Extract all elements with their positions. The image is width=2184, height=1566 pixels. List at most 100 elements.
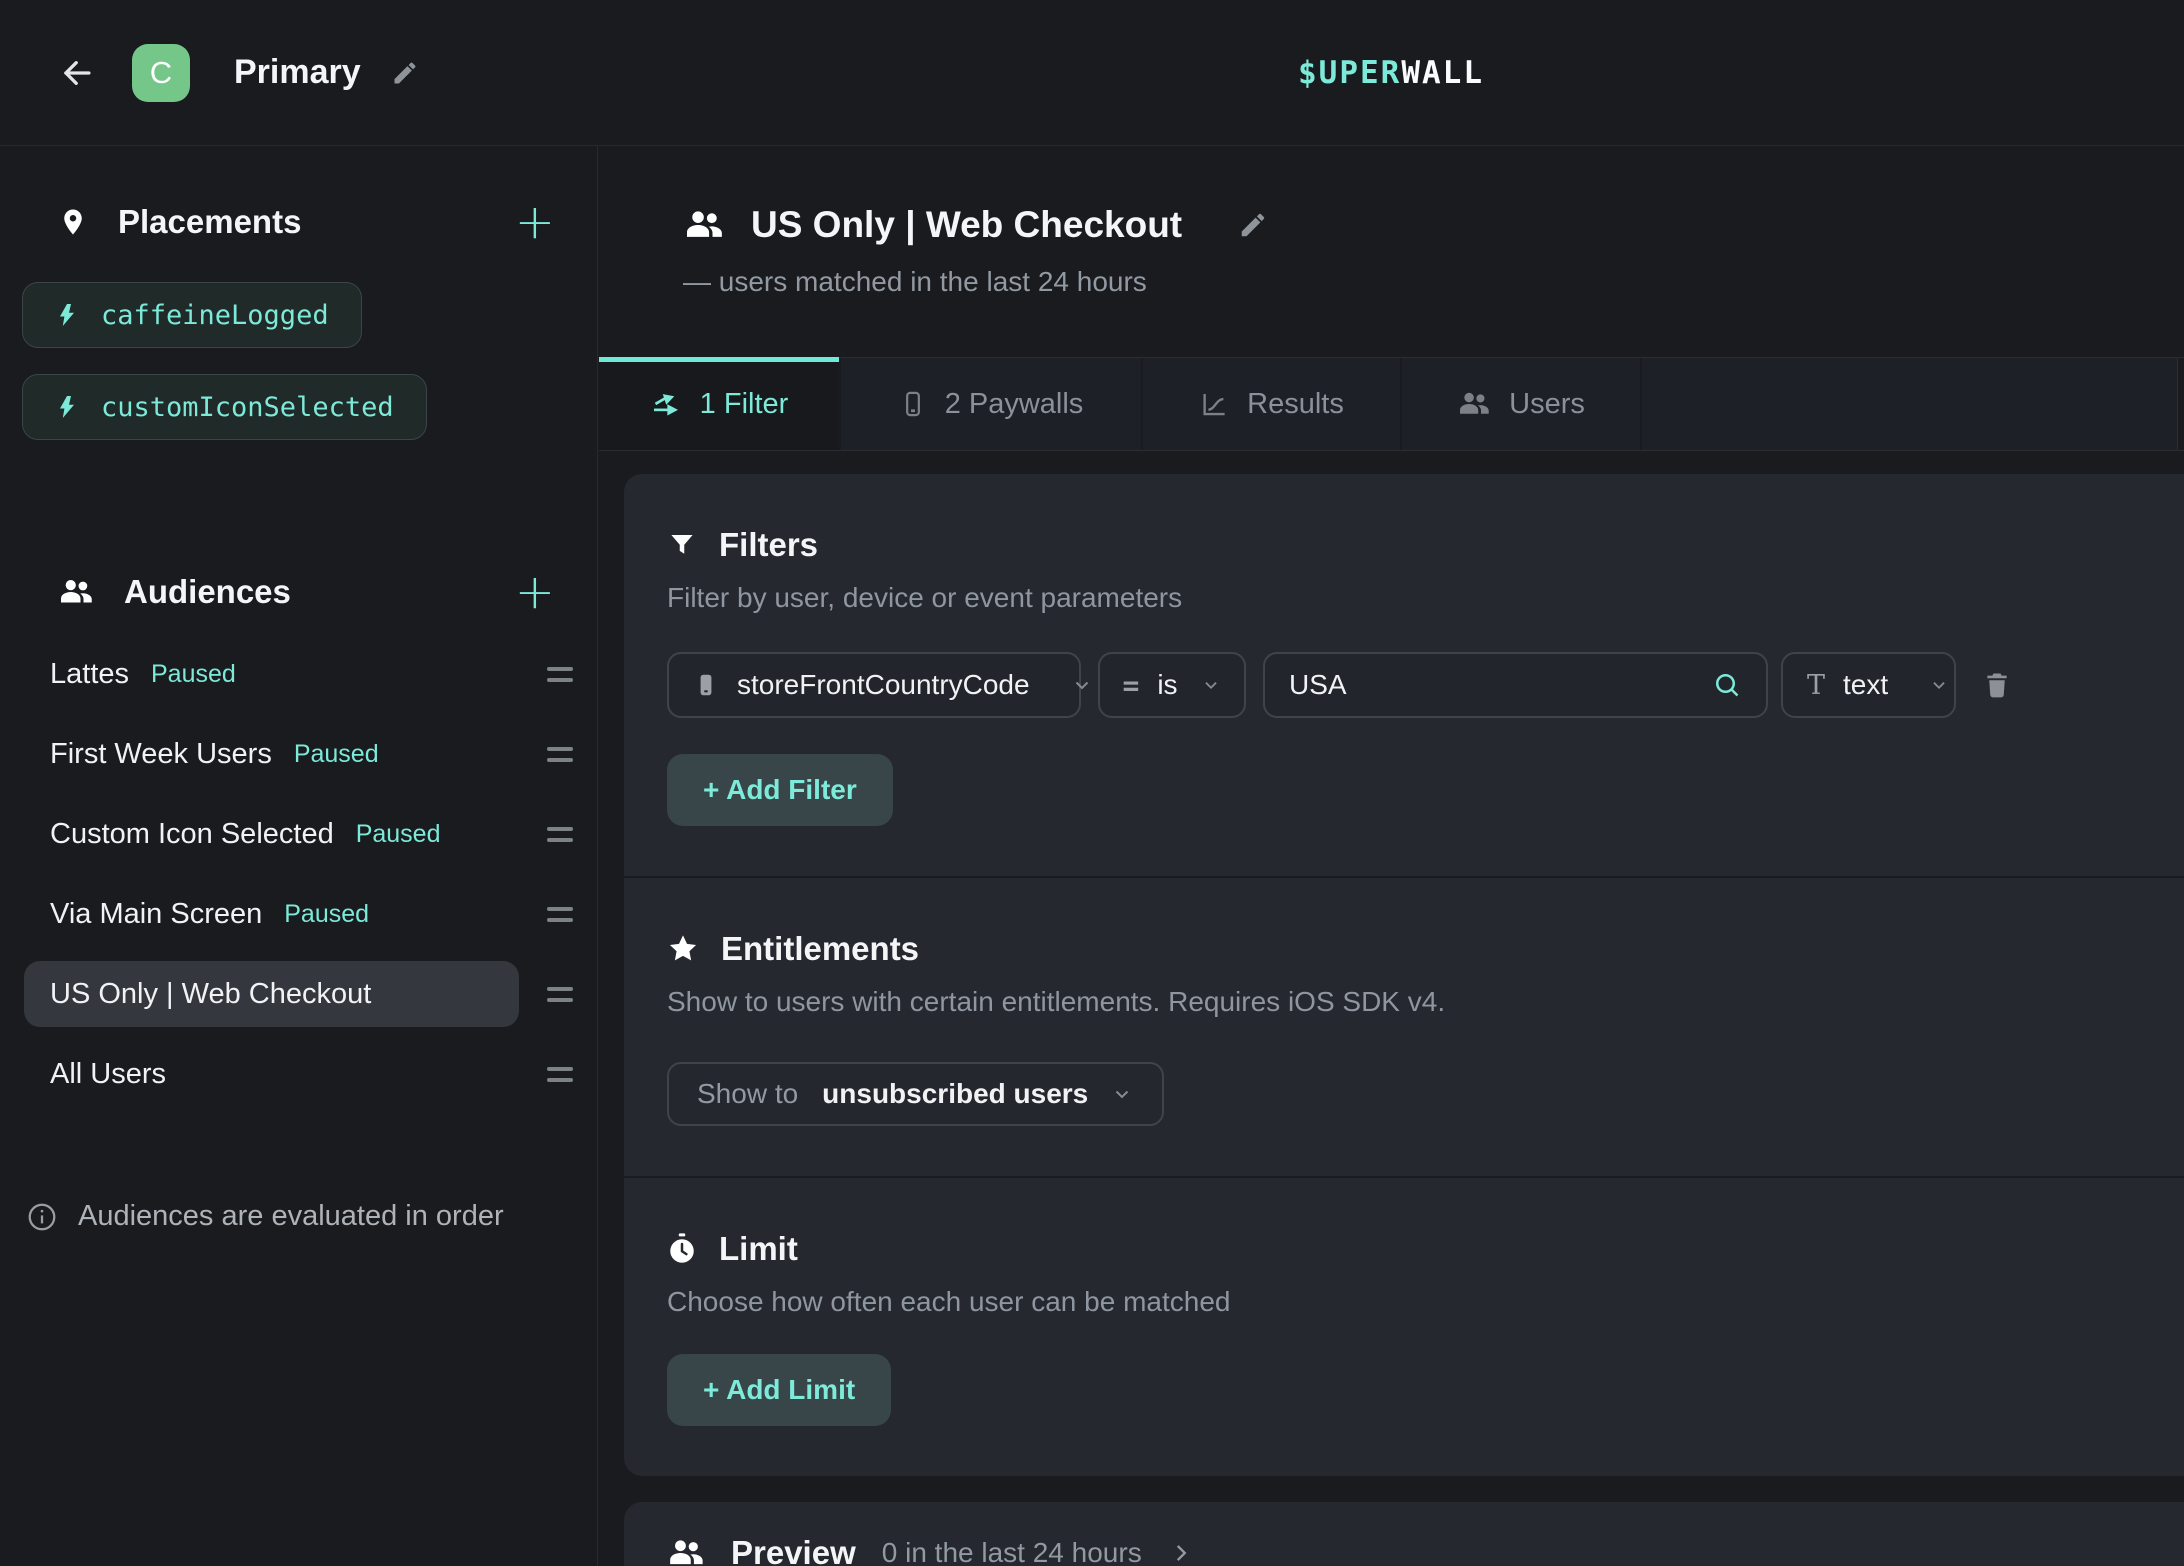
filters-section: Filters Filter by user, device or event … (624, 474, 2184, 876)
footnote-text: Audiences are evaluated in order (78, 1200, 504, 1233)
audiences-title: Audiences (124, 573, 291, 611)
paused-badge: Paused (356, 820, 441, 849)
entitlements-section: Entitlements Show to users with certain … (624, 876, 2184, 1176)
parameter-dropdown[interactable]: storeFrontCountryCode (667, 652, 1081, 718)
drag-handle-icon[interactable] (547, 667, 573, 682)
audience-item[interactable]: Lattes Paused (24, 641, 519, 707)
drag-handle-icon[interactable] (547, 827, 573, 842)
audience-label: All Users (50, 1058, 166, 1091)
drag-handle-icon[interactable] (547, 907, 573, 922)
parameter-value: storeFrontCountryCode (737, 669, 1030, 701)
placement-list: caffeineLogged customIconSelected (22, 282, 597, 440)
drag-handle-icon[interactable] (547, 747, 573, 762)
audience-item[interactable]: All Users (24, 1041, 519, 1107)
show-to-value: unsubscribed users (822, 1078, 1088, 1110)
chevron-right-icon (1168, 1540, 1194, 1566)
star-icon (667, 933, 699, 965)
content-area: Filters Filter by user, device or event … (624, 474, 2184, 1566)
back-arrow-icon[interactable] (58, 54, 96, 92)
top-bar: C Primary $UPERWALL (0, 0, 2184, 146)
tab-label: Users (1509, 388, 1585, 421)
type-value: text (1843, 669, 1888, 701)
audiences-header: Audiences + (0, 572, 597, 612)
limit-title: Limit (719, 1230, 798, 1268)
operator-value: is (1157, 669, 1177, 701)
tab-label: 1 Filter (700, 388, 789, 421)
audience-label: Via Main Screen (50, 898, 262, 931)
equals-icon: = (1122, 669, 1139, 702)
audience-item[interactable]: US Only | Web Checkout (24, 961, 519, 1027)
placement-name: customIconSelected (101, 392, 394, 423)
logo-teal-part: $UPER (1298, 55, 1401, 91)
preview-card[interactable]: Preview 0 in the last 24 hours (624, 1502, 2184, 1566)
tab-paywalls[interactable]: 2 Paywalls (841, 358, 1143, 450)
placement-chip[interactable]: customIconSelected (22, 374, 427, 440)
audience-item[interactable]: Custom Icon Selected Paused (24, 801, 519, 867)
people-icon (683, 208, 725, 242)
placement-name: caffeineLogged (101, 300, 329, 331)
map-pin-icon (58, 205, 88, 239)
paused-badge: Paused (284, 900, 369, 929)
audience-label: US Only | Web Checkout (50, 978, 371, 1011)
audience-list: Lattes Paused First Week Users Paused Cu… (0, 634, 597, 1114)
info-icon (26, 1201, 58, 1233)
add-audience-button[interactable]: + (515, 572, 555, 612)
smartphone-icon (693, 671, 719, 699)
audience-label: Lattes (50, 658, 129, 691)
main-header: US Only | Web Checkout — users matched i… (599, 146, 2184, 298)
app-window: C Primary $UPERWALL Placements + caffein… (0, 0, 2184, 1566)
tab-bar: 1 Filter 2 Paywalls Results Users (599, 357, 2184, 451)
chevron-down-icon (1200, 674, 1222, 696)
audiences-footnote: Audiences are evaluated in order (26, 1200, 504, 1233)
tab-filter[interactable]: 1 Filter (599, 358, 841, 450)
add-limit-button[interactable]: + Add Limit (667, 1354, 891, 1426)
trash-icon[interactable] (1982, 669, 2012, 701)
add-filter-button[interactable]: + Add Filter (667, 754, 893, 826)
show-to-label: Show to (697, 1078, 798, 1110)
stopwatch-icon (667, 1232, 697, 1266)
operator-dropdown[interactable]: = is (1098, 652, 1246, 718)
entitlements-title: Entitlements (721, 930, 919, 968)
drag-handle-icon[interactable] (547, 1067, 573, 1082)
filters-subtitle: Filter by user, device or event paramete… (667, 582, 2164, 614)
add-placement-button[interactable]: + (515, 202, 555, 242)
type-dropdown[interactable]: T text (1781, 652, 1956, 718)
chart-icon (1199, 389, 1229, 419)
edit-pencil-icon[interactable] (391, 59, 419, 87)
preview-title: Preview (731, 1534, 856, 1566)
chevron-down-icon (1070, 673, 1094, 697)
avatar[interactable]: C (132, 44, 190, 102)
page-title: Primary (234, 53, 361, 92)
people-icon (58, 577, 94, 607)
audience-label: Custom Icon Selected (50, 818, 334, 851)
placement-chip[interactable]: caffeineLogged (22, 282, 362, 348)
tab-results[interactable]: Results (1143, 358, 1402, 450)
people-icon (667, 1537, 705, 1566)
chevron-down-icon (1110, 1082, 1134, 1106)
audience-item[interactable]: Via Main Screen Paused (24, 881, 519, 947)
lightning-bolt-icon (55, 393, 79, 421)
audience-row-selected: US Only | Web Checkout (0, 954, 597, 1034)
limit-section: Limit Choose how often each user can be … (624, 1176, 2184, 1476)
preview-count: 0 in the last 24 hours (882, 1537, 1142, 1566)
show-to-dropdown[interactable]: Show to unsubscribed users (667, 1062, 1164, 1126)
value-input-wrap (1263, 652, 1768, 718)
audience-item[interactable]: First Week Users Paused (24, 721, 519, 787)
matched-users-subtitle: — users matched in the last 24 hours (683, 266, 2184, 298)
audience-row: Custom Icon Selected Paused (0, 794, 597, 874)
funnel-icon (667, 530, 697, 560)
filters-title: Filters (719, 526, 818, 564)
lightning-bolt-icon (55, 301, 79, 329)
tab-label: Results (1247, 388, 1344, 421)
tab-bar-filler (1642, 358, 2178, 450)
main-panel: US Only | Web Checkout — users matched i… (599, 146, 2184, 1566)
filter-row: storeFrontCountryCode = is (667, 652, 2164, 718)
drag-handle-icon[interactable] (547, 987, 573, 1002)
superwall-logo: $UPERWALL (1298, 55, 1484, 91)
audience-row: Lattes Paused (0, 634, 597, 714)
edit-pencil-icon[interactable] (1238, 210, 1268, 240)
tab-users[interactable]: Users (1402, 358, 1642, 450)
value-input[interactable] (1289, 669, 1694, 701)
audience-label: First Week Users (50, 738, 272, 771)
audience-row: First Week Users Paused (0, 714, 597, 794)
